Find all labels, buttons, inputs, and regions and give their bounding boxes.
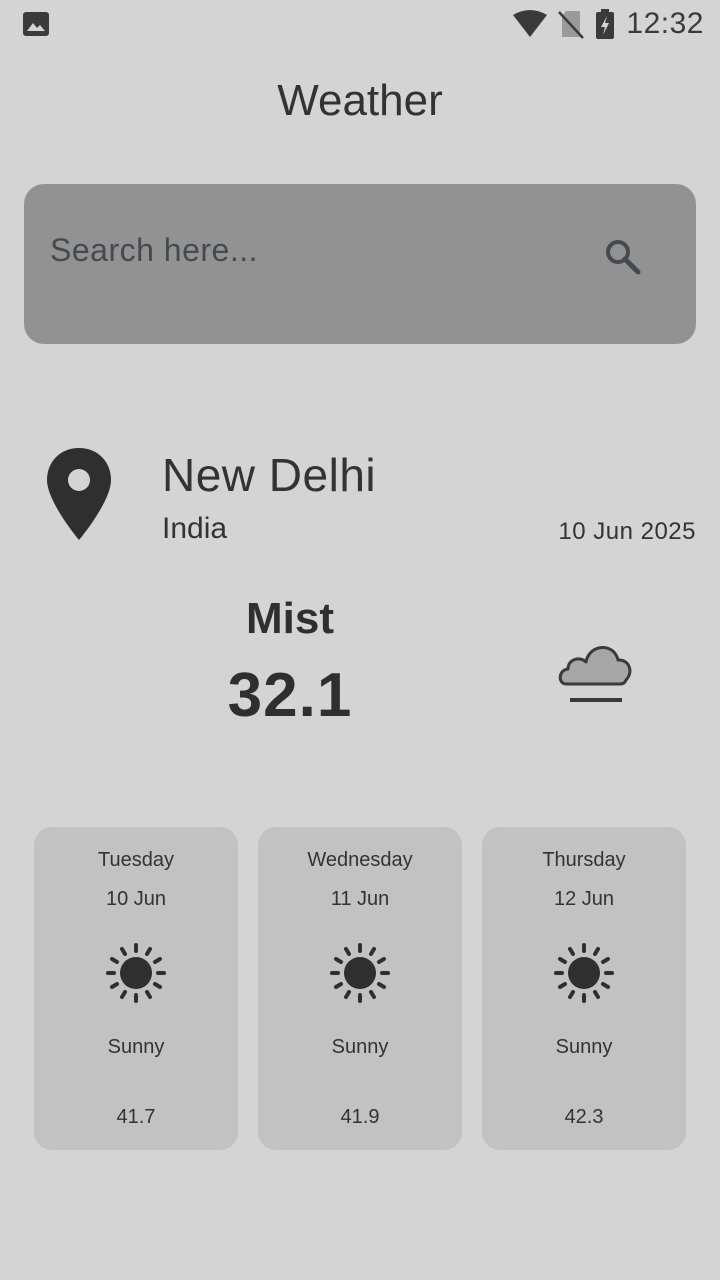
- current-temperature: 32.1: [227, 661, 353, 730]
- sun-icon: [554, 943, 614, 1003]
- forecast-date: 12 Jun: [553, 888, 615, 910]
- image-icon: [23, 12, 49, 36]
- forecast-condition: Sunny: [107, 1036, 165, 1058]
- forecast-day: Tuesday: [98, 849, 174, 871]
- current-date: 10 Jun 2025: [558, 518, 696, 545]
- search-input[interactable]: [48, 224, 572, 276]
- forecast-card[interactable]: Tuesday 10 Jun Sunny 41.7: [34, 827, 238, 1150]
- forecast-temperature: 42.3: [564, 1106, 604, 1128]
- search-button[interactable]: [596, 230, 650, 284]
- sun-icon: [106, 943, 166, 1003]
- status-time: 12:32: [626, 7, 704, 40]
- wifi-icon: [513, 10, 548, 37]
- page-title: Weather: [277, 76, 443, 125]
- forecast-day: Wednesday: [307, 849, 413, 871]
- current-condition: Mist: [246, 594, 334, 643]
- forecast-condition: Sunny: [331, 1036, 389, 1058]
- location-pin-icon: [47, 448, 111, 540]
- forecast-date: 11 Jun: [330, 888, 390, 910]
- forecast-card[interactable]: Wednesday 11 Jun Sunny 41.9: [258, 827, 462, 1150]
- sun-icon: [330, 943, 390, 1003]
- status-icons: 12:32: [512, 6, 704, 42]
- forecast-day: Thursday: [542, 849, 626, 871]
- country-name: India: [162, 512, 228, 545]
- no-sim-icon: [558, 11, 585, 39]
- forecast-condition: Sunny: [555, 1036, 613, 1058]
- city-name: New Delhi: [162, 449, 377, 501]
- battery-charging-icon: [596, 9, 615, 39]
- forecast-temperature: 41.7: [116, 1106, 156, 1128]
- forecast-card[interactable]: Thursday 12 Jun Sunny 42.3: [482, 827, 686, 1150]
- status-bar: 12:32: [0, 0, 720, 48]
- mist-icon: [558, 646, 632, 702]
- forecast-date: 10 Jun: [105, 888, 167, 910]
- search-bar: [24, 184, 696, 344]
- search-icon: [606, 240, 641, 275]
- forecast-temperature: 41.9: [340, 1106, 380, 1128]
